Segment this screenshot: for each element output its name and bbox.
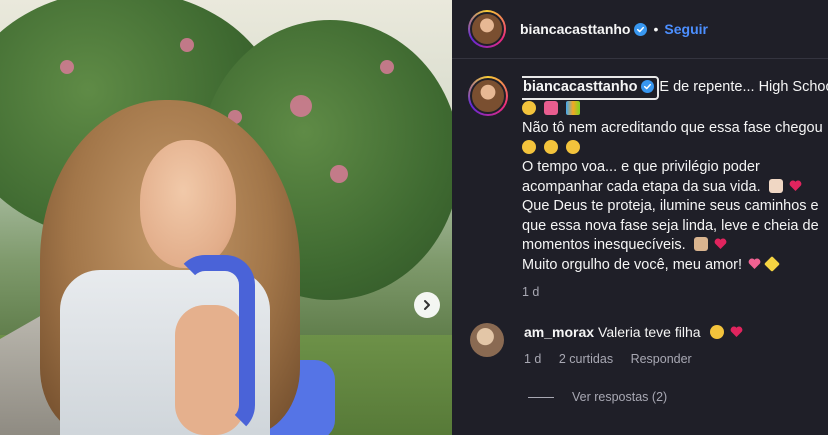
caption-text-line-7: momentos inesquecíveis. xyxy=(522,237,686,253)
heart-emoji xyxy=(748,258,761,269)
post-header: biancacasttanho • Seguir xyxy=(452,0,828,58)
photo-flower xyxy=(290,95,312,117)
emoji-face-icon xyxy=(522,100,536,115)
header-divider xyxy=(452,58,828,59)
instagram-post-view: biancacasttanho • Seguir biancacasttanho… xyxy=(0,0,828,435)
photo-flower xyxy=(60,60,74,74)
heart-emoji xyxy=(714,238,727,249)
caption-emoji-row xyxy=(522,139,828,159)
caption: biancacasttanho E de repente... High Scho… xyxy=(468,76,828,303)
follow-button[interactable]: Seguir xyxy=(664,21,708,37)
emoji-face-icon xyxy=(522,139,536,154)
caption-text-line-6: que essa nova fase seja linda, leve e ch… xyxy=(522,217,819,234)
caption-text-line-5: Que Deus te proteja, ilumine seus caminh… xyxy=(522,198,819,214)
caption-line: momentos inesquecíveis. xyxy=(522,236,828,256)
caption-line: Muito orgulho de você, meu amor! xyxy=(522,255,828,276)
photo-backpack-strap xyxy=(175,255,255,435)
photo-face xyxy=(140,140,236,268)
comment-likes[interactable]: 2 curtidas xyxy=(559,352,613,366)
emoji-face-icon xyxy=(566,139,581,154)
emoji-bag-icon xyxy=(544,100,559,115)
comment-body: am_morax Valeria teve filha 1 d 2 curtida… xyxy=(524,323,743,369)
view-replies-label: Ver respostas (2) xyxy=(572,390,668,404)
caption-text-line-8: Muito orgulho de você, meu amor! xyxy=(522,256,743,273)
separator-dot: • xyxy=(653,21,659,37)
photo-flower xyxy=(330,165,348,183)
emoji-books-icon xyxy=(566,100,581,115)
caption-username[interactable]: biancacasttanho xyxy=(522,76,660,100)
caption-text-line-1: E de repente... High School xyxy=(659,79,828,95)
post-side-panel: biancacasttanho • Seguir biancacasttanho… xyxy=(452,0,828,435)
caption-username-text: biancacasttanho xyxy=(523,79,638,95)
author-avatar[interactable] xyxy=(468,10,506,48)
photo-flower xyxy=(380,60,394,74)
post-photo[interactable] xyxy=(0,0,452,435)
caption-emoji-row xyxy=(522,100,828,120)
replies-line xyxy=(528,396,554,398)
comment-text: Valeria teve filha xyxy=(598,324,701,340)
commenter-avatar[interactable] xyxy=(470,323,504,357)
caption-text-line-2: Não tô nem acreditando que essa fase che… xyxy=(522,120,823,136)
comment-meta: 1 d 2 curtidas Responder xyxy=(524,350,743,369)
caption-line: acompanhar cada etapa da sua vida. xyxy=(522,178,828,198)
commenter-username[interactable]: am_morax xyxy=(524,324,594,340)
comment: am_morax Valeria teve filha 1 d 2 curtida… xyxy=(468,323,828,369)
photo-flower xyxy=(180,38,194,52)
caption-text-line-4: acompanhar cada etapa da sua vida. xyxy=(522,178,761,195)
verified-badge-icon xyxy=(641,80,655,93)
verified-badge-icon xyxy=(634,22,648,36)
comment-timestamp: 1 d xyxy=(524,352,542,366)
emoji-face-icon xyxy=(544,139,559,154)
heart-emoji xyxy=(731,326,743,337)
caption-author-avatar[interactable] xyxy=(468,76,508,116)
view-replies-button[interactable]: Ver respostas (2) xyxy=(528,390,667,404)
next-photo-button[interactable] xyxy=(414,292,440,318)
reply-button[interactable]: Responder xyxy=(631,352,692,366)
caption-body: biancacasttanho E de repente... High Scho… xyxy=(522,76,828,303)
heart-emoji xyxy=(789,180,802,191)
comment-line: am_morax Valeria teve filha xyxy=(524,323,743,342)
sparkles-emoji-icon xyxy=(764,255,781,272)
caption-timestamp: 1 d xyxy=(522,285,540,299)
author-username[interactable]: biancacasttanho xyxy=(520,21,630,37)
emoji-praying-hands-icon xyxy=(693,237,708,251)
emoji-face-icon xyxy=(710,325,725,339)
chevron-right-icon xyxy=(424,300,430,310)
caption-line: biancacasttanho E de repente... High Scho… xyxy=(522,76,828,100)
emoji-hands-heart-icon xyxy=(768,178,783,193)
caption-text-line-3: O tempo voa... e que privilégio poder xyxy=(522,159,760,175)
